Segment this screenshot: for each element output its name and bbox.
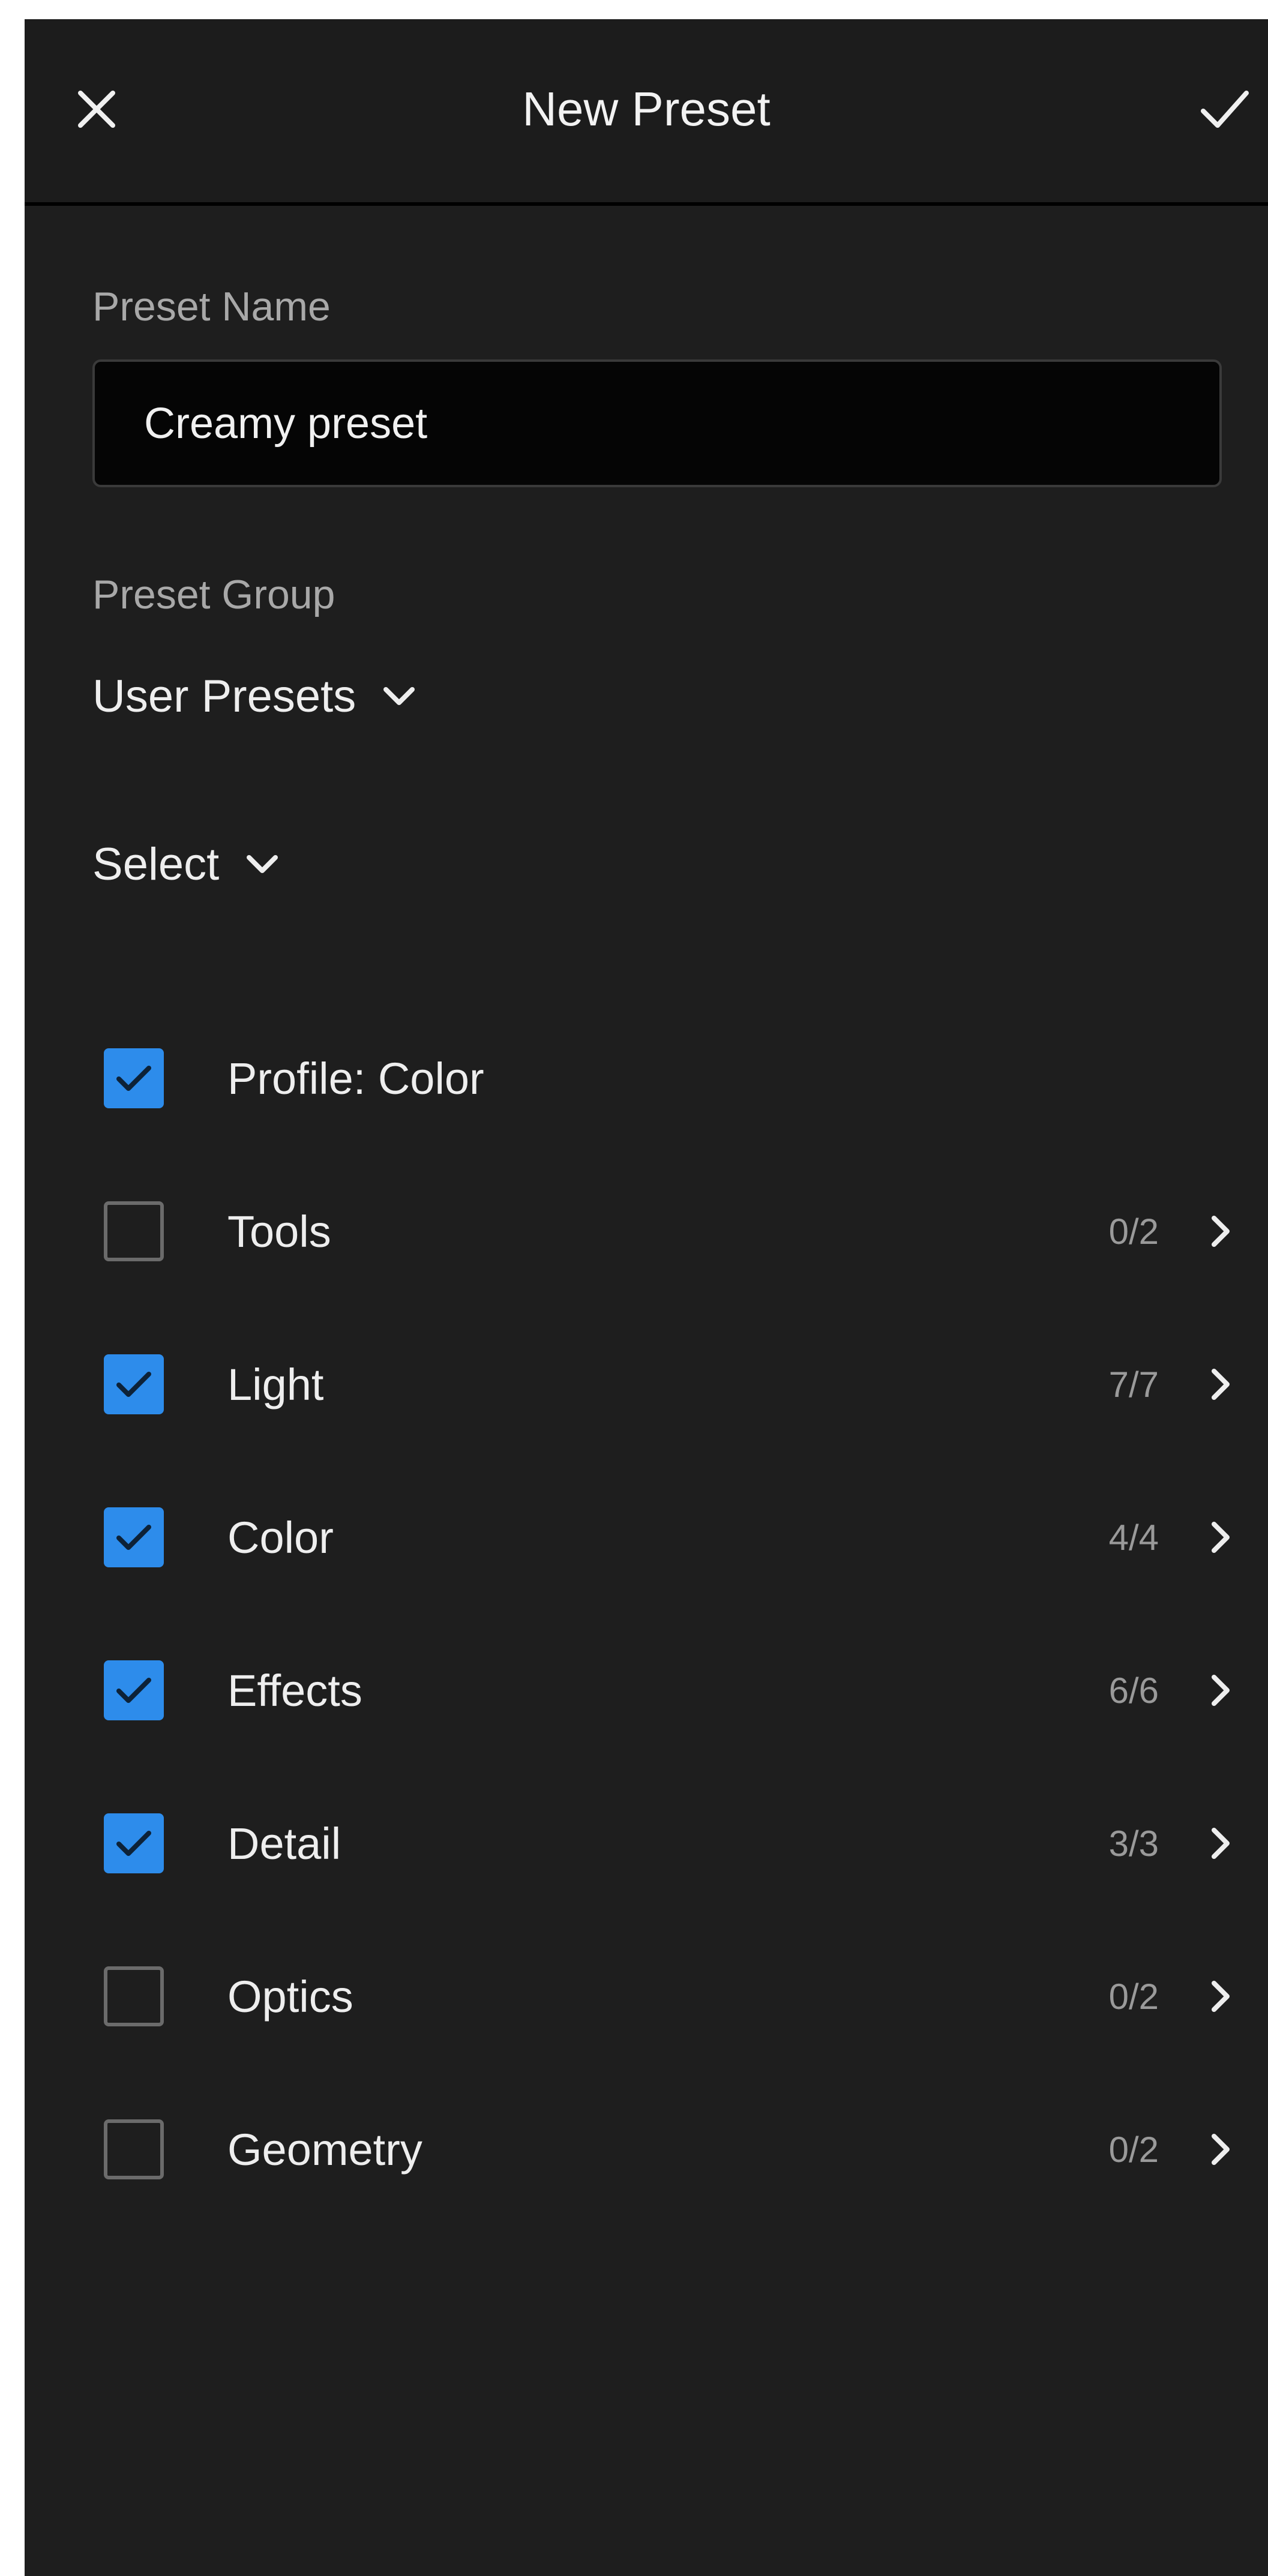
preset-name-field[interactable] <box>92 359 1222 487</box>
chevron-right-icon[interactable] <box>1196 2125 1244 2173</box>
checkbox-checked[interactable] <box>104 1048 164 1108</box>
checkmark-icon <box>116 1372 151 1397</box>
setting-count: 0/2 <box>1108 1211 1159 1252</box>
setting-label: Light <box>227 1359 324 1410</box>
new-preset-screen: New Preset Preset Name Preset Group User… <box>25 19 1268 2576</box>
setting-count: 6/6 <box>1108 1670 1159 1711</box>
preset-group-label: Preset Group <box>92 572 335 617</box>
chevron-down-icon <box>382 686 416 707</box>
preset-name-input[interactable] <box>144 398 1219 448</box>
confirm-button[interactable] <box>1189 73 1261 145</box>
chevron-right-icon[interactable] <box>1196 1972 1244 2020</box>
page-title: New Preset <box>522 82 771 136</box>
setting-count: 0/2 <box>1108 1976 1159 2017</box>
checkmark-icon <box>116 1066 151 1091</box>
checkmark-icon <box>116 1831 151 1856</box>
setting-row[interactable]: Optics 0/2 <box>25 1936 1268 2056</box>
chevron-right-icon[interactable] <box>1196 1819 1244 1867</box>
setting-row[interactable]: Profile: Color <box>25 1018 1268 1138</box>
checkbox-checked[interactable] <box>104 1813 164 1873</box>
setting-label: Profile: Color <box>227 1053 484 1103</box>
setting-label: Color <box>227 1512 334 1563</box>
checkbox-checked[interactable] <box>104 1354 164 1414</box>
setting-row[interactable]: Light 7/7 <box>25 1324 1268 1444</box>
setting-row[interactable]: Effects 6/6 <box>25 1630 1268 1750</box>
setting-label: Detail <box>227 1818 341 1869</box>
header-bar: New Preset <box>25 19 1268 206</box>
setting-label: Optics <box>227 1971 353 2022</box>
checkbox-checked[interactable] <box>104 1660 164 1720</box>
setting-count: 7/7 <box>1108 1364 1159 1405</box>
checkbox-checked[interactable] <box>104 1507 164 1567</box>
setting-label: Geometry <box>227 2124 422 2175</box>
chevron-right-icon[interactable] <box>1196 1666 1244 1714</box>
setting-count: 3/3 <box>1108 1823 1159 1864</box>
checkbox-unchecked[interactable] <box>104 1966 164 2026</box>
setting-row[interactable]: Color 4/4 <box>25 1477 1268 1597</box>
checkmark-icon <box>116 1525 151 1550</box>
select-label: Select <box>92 839 220 890</box>
chevron-right-icon[interactable] <box>1196 1360 1244 1408</box>
checkbox-unchecked[interactable] <box>104 1201 164 1261</box>
setting-label: Tools <box>227 1206 331 1256</box>
setting-row[interactable]: Geometry 0/2 <box>25 2089 1268 2209</box>
setting-row[interactable]: Tools 0/2 <box>25 1171 1268 1291</box>
select-dropdown[interactable]: Select <box>92 838 279 890</box>
setting-count: 4/4 <box>1108 1517 1159 1558</box>
chevron-right-icon[interactable] <box>1196 1207 1244 1255</box>
chevron-right-icon[interactable] <box>1196 1513 1244 1561</box>
checkbox-unchecked[interactable] <box>104 2119 164 2179</box>
checkmark-icon <box>1201 91 1249 128</box>
setting-label: Effects <box>227 1665 362 1716</box>
checkmark-icon <box>116 1678 151 1703</box>
setting-row[interactable]: Detail 3/3 <box>25 1783 1268 1903</box>
setting-count: 0/2 <box>1108 2129 1159 2170</box>
chevron-down-icon <box>245 854 279 875</box>
preset-group-dropdown[interactable]: User Presets <box>92 670 416 722</box>
preset-name-label: Preset Name <box>92 284 331 329</box>
preset-group-value: User Presets <box>92 671 356 722</box>
